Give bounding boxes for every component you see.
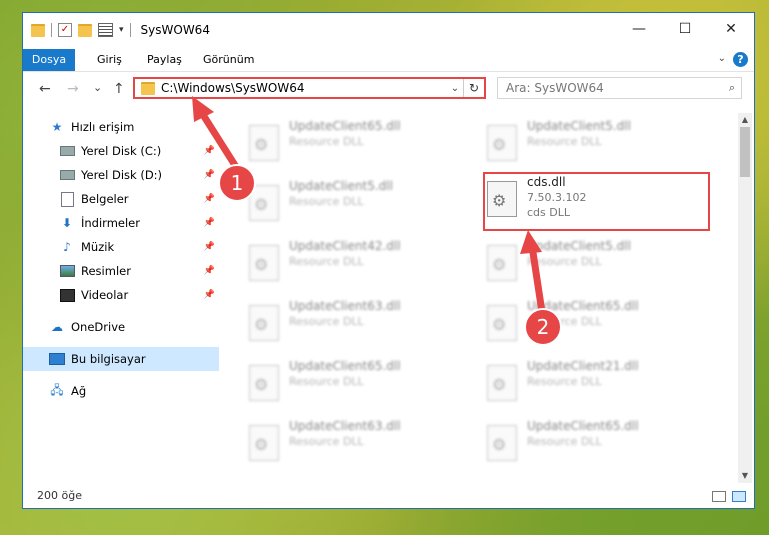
arrow-2-head <box>520 230 542 254</box>
step-1-badge: 1 <box>218 164 256 202</box>
annotation-arrows <box>192 96 546 316</box>
step-2-badge: 2 <box>524 308 562 346</box>
arrow-2-shaft <box>528 242 546 316</box>
arrow-1-shaft <box>196 106 242 174</box>
